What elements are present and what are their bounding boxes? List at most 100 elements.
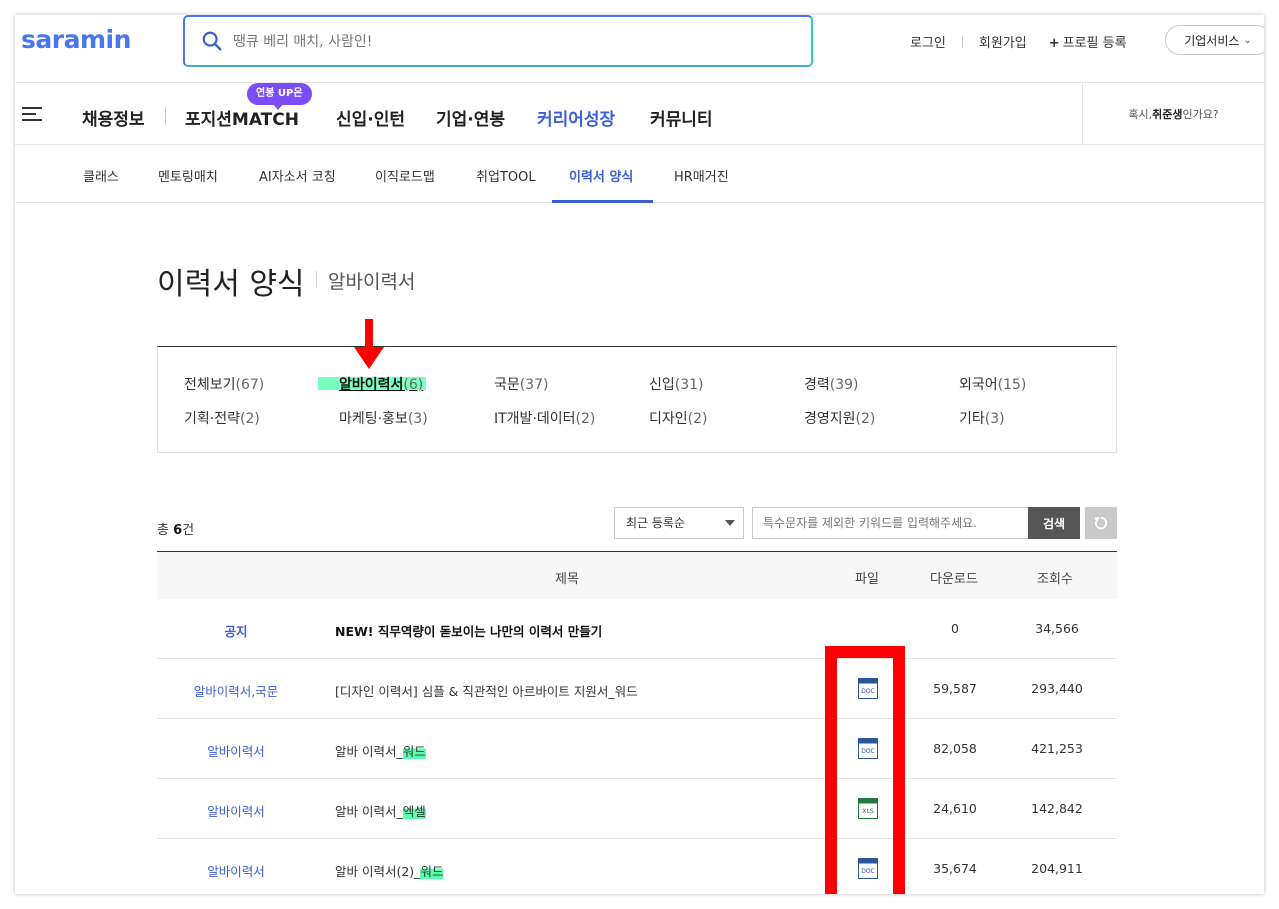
- top-bar: saramin 로그인 회원가입 +프로필 등록 기업서비스⌄: [15, 15, 1264, 83]
- divider: [961, 35, 963, 48]
- table-row[interactable]: 공지 NEW! 직무역량이 돋보이는 나만의 이력서 만들기 0 34,566: [157, 599, 1117, 659]
- signup-link[interactable]: 회원가입: [979, 32, 1027, 51]
- business-service-button[interactable]: 기업서비스 ⌄: [1165, 25, 1264, 55]
- search-box[interactable]: [183, 15, 813, 67]
- category-count: (2): [575, 411, 596, 427]
- refresh-icon: [1094, 516, 1108, 530]
- category-label: 경영지원: [804, 411, 856, 427]
- category-design[interactable]: 디자인(2): [649, 408, 707, 428]
- table-row[interactable]: 알바이력서 알바 이력서_워드 DOC 82,058 421,253: [157, 719, 1117, 779]
- sort-select[interactable]: 최근 등록순: [614, 507, 744, 539]
- table-row[interactable]: 알바이력서,국문 [디자인 이력서] 심플 & 직관적인 아르바이트 지원서_워…: [157, 659, 1117, 719]
- search-input[interactable]: [233, 29, 773, 55]
- profile-register-link[interactable]: + 프로필 등록: [1049, 32, 1127, 51]
- row-title[interactable]: 알바 이력서_엑셀: [335, 801, 426, 820]
- subnav-career-roadmap[interactable]: 이직로드맵: [375, 166, 435, 185]
- prompt-suffix: 인가요?: [1182, 108, 1219, 121]
- row-category[interactable]: 알바이력서: [157, 861, 315, 880]
- table-row[interactable]: 알바이력서 알바 이력서(2)_워드 DOC 35,674 204,911: [157, 839, 1117, 894]
- red-box-annotation: [825, 646, 905, 894]
- row-title-highlight: 워드: [420, 864, 444, 879]
- header-downloads: 다운로드: [930, 572, 978, 587]
- category-label: 외국어: [959, 377, 998, 393]
- page-subtitle: 알바이력서: [328, 271, 416, 293]
- nav-community[interactable]: 커뮤니티: [650, 105, 713, 130]
- row-category[interactable]: 알바이력서: [157, 801, 315, 820]
- row-title-text: 알바 이력서_: [335, 744, 403, 759]
- row-title[interactable]: NEW! 직무역량이 돋보이는 나만의 이력서 만들기: [335, 621, 602, 640]
- subnav-hr-magazine[interactable]: HR매거진: [674, 166, 729, 185]
- nav-jobs[interactable]: 채용정보: [82, 105, 145, 130]
- header-file: 파일: [855, 572, 879, 587]
- subnav-ai-coaching[interactable]: AI자소서 코칭: [259, 166, 336, 185]
- main-nav: 채용정보 포지션MATCH 연봉 UP은 신입·인턴 기업·연봉 커리어성장 커…: [15, 83, 1264, 145]
- search-icon[interactable]: [201, 30, 223, 52]
- category-management[interactable]: 경영지원(2): [804, 408, 875, 428]
- category-count: (3): [407, 411, 428, 427]
- category-count: (2): [687, 411, 708, 427]
- reset-button[interactable]: [1085, 507, 1117, 539]
- row-title-highlight: 엑셀: [402, 804, 426, 819]
- login-link[interactable]: 로그인: [910, 32, 946, 51]
- category-korean[interactable]: 국문(37): [494, 374, 549, 394]
- row-category[interactable]: 알바이력서: [157, 741, 315, 760]
- subnav-class[interactable]: 클래스: [83, 166, 119, 185]
- row-title-text: 알바 이력서(2)_: [335, 864, 421, 879]
- nav-newcomer-intern[interactable]: 신입·인턴: [336, 105, 405, 130]
- menu-icon[interactable]: [22, 107, 42, 121]
- row-views: 293,440: [1031, 681, 1083, 696]
- prompt-bold: 취준생: [1152, 108, 1183, 121]
- category-it-data[interactable]: IT개발·데이터(2): [494, 408, 595, 428]
- saramin-logo[interactable]: saramin: [21, 25, 131, 54]
- caret-down-icon: [725, 520, 735, 526]
- row-title[interactable]: 알바 이력서(2)_워드: [335, 861, 444, 880]
- total-count: 총 6건: [157, 519, 194, 538]
- category-experienced[interactable]: 경력(39): [804, 374, 859, 394]
- category-label: 기획·전략: [184, 411, 240, 427]
- category-count: (2): [855, 411, 876, 427]
- top-links: 로그인 회원가입 + 프로필 등록: [910, 32, 1127, 51]
- category-count: (37): [519, 377, 549, 393]
- row-category[interactable]: 알바이력서,국문: [157, 681, 315, 700]
- nav-career-growth[interactable]: 커리어성장: [537, 105, 615, 130]
- row-title[interactable]: [디자인 이력서] 심플 & 직관적인 아르바이트 지원서_워드: [335, 681, 638, 700]
- subnav-mentoring[interactable]: 멘토링매치: [158, 166, 218, 185]
- keyword-input[interactable]: [752, 507, 1029, 539]
- row-downloads: 59,587: [933, 681, 977, 696]
- row-views: 421,253: [1031, 741, 1083, 756]
- red-arrow-annotation: [354, 319, 384, 369]
- table-row[interactable]: 알바이력서 알바 이력서_엑셀 XLS 24,610 142,842: [157, 779, 1117, 839]
- subnav-job-tool[interactable]: 취업TOOL: [476, 166, 536, 185]
- category-etc[interactable]: 기타(3): [959, 408, 1005, 428]
- row-downloads: 24,610: [933, 801, 977, 816]
- row-views: 142,842: [1031, 801, 1083, 816]
- category-foreign-language[interactable]: 외국어(15): [959, 374, 1026, 394]
- category-marketing[interactable]: 마케팅·홍보(3): [339, 408, 428, 428]
- row-title[interactable]: 알바 이력서_워드: [335, 741, 426, 760]
- search-button[interactable]: 검색: [1028, 507, 1080, 539]
- category-count: (15): [997, 377, 1027, 393]
- category-part-time[interactable]: 알바이력서(6): [339, 374, 423, 394]
- category-count: (6): [403, 377, 424, 393]
- table-header: 제목 파일 다운로드 조회수: [157, 551, 1117, 599]
- row-category[interactable]: 공지: [157, 621, 315, 640]
- subnav-resume-form[interactable]: 이력서 양식: [569, 166, 633, 185]
- page-title: 이력서 양식: [157, 267, 305, 302]
- category-all[interactable]: 전체보기(67): [184, 374, 264, 394]
- category-label: 마케팅·홍보: [339, 411, 408, 427]
- business-service-label: 기업서비스: [1184, 33, 1240, 48]
- salary-up-badge: 연봉 UP은: [247, 83, 312, 110]
- category-filter: 전체보기(67) 알바이력서(6) 국문(37) 신입(31) 경력(39) 외…: [157, 319, 1117, 453]
- jobseeker-prompt[interactable]: 혹시, 취준생 인가요?: [1082, 83, 1264, 145]
- row-views: 204,911: [1031, 861, 1083, 876]
- divider: [165, 107, 166, 125]
- total-prefix: 총: [157, 523, 174, 538]
- nav-company-salary[interactable]: 기업·연봉: [436, 105, 505, 130]
- prompt-prefix: 혹시,: [1128, 108, 1153, 121]
- row-views: 34,566: [1035, 621, 1079, 636]
- category-newcomer[interactable]: 신입(31): [649, 374, 704, 394]
- category-count: (31): [674, 377, 704, 393]
- chevron-down-icon: ⌄: [1243, 34, 1252, 46]
- row-downloads: 82,058: [933, 741, 977, 756]
- category-planning[interactable]: 기획·전략(2): [184, 408, 260, 428]
